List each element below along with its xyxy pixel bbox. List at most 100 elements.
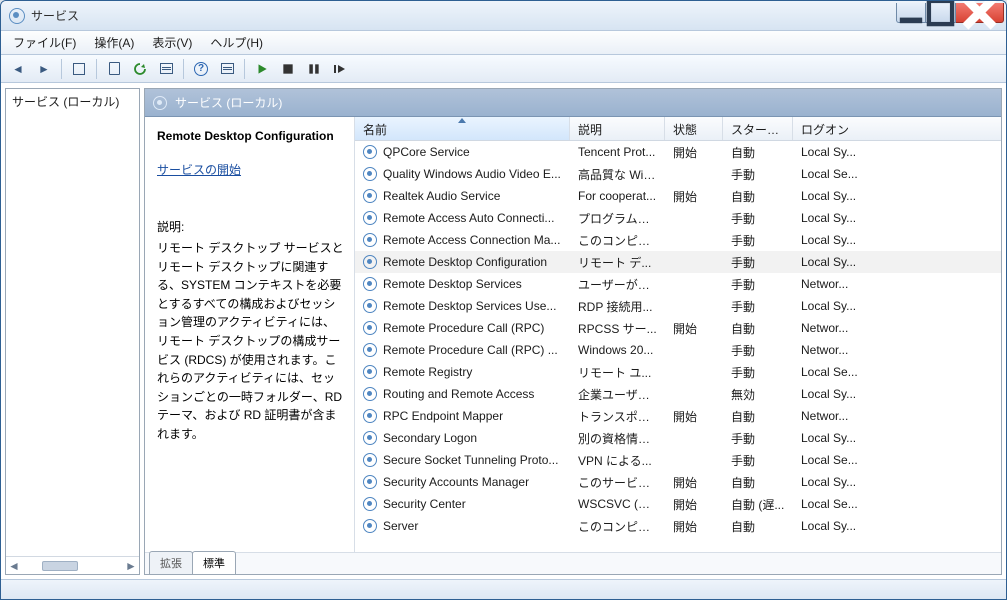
cell-logon: Local Sy... <box>793 255 1001 269</box>
table-row[interactable]: Serverこのコンピュ...開始自動Local Sy... <box>355 515 1001 537</box>
cell-startup: 手動 <box>723 276 793 293</box>
tab-extended[interactable]: 拡張 <box>149 551 193 574</box>
cell-name-text: Remote Desktop Services Use... <box>383 299 556 313</box>
cell-desc: このコンピュ... <box>570 232 665 249</box>
close-button[interactable] <box>956 3 1004 23</box>
table-row[interactable]: Security CenterWSCSVC (W...開始自動 (遅...Loc… <box>355 493 1001 515</box>
service-icon <box>363 497 377 511</box>
tree: サービス (ローカル) <box>6 89 139 556</box>
minimize-button[interactable] <box>896 3 926 23</box>
properties-button[interactable] <box>103 58 125 80</box>
separator <box>244 59 245 79</box>
stop-service-button[interactable] <box>277 58 299 80</box>
table-row[interactable]: Routing and Remote Access企業ユーザー...無効Loca… <box>355 383 1001 405</box>
service-icon <box>363 431 377 445</box>
menu-view[interactable]: 表示(V) <box>144 31 200 54</box>
table-row[interactable]: Remote Desktop Services Use...RDP 接続用...… <box>355 295 1001 317</box>
table-row[interactable]: Remote Access Connection Ma...このコンピュ...手… <box>355 229 1001 251</box>
cell-name-text: QPCore Service <box>383 145 470 159</box>
show-hide-tree-button[interactable] <box>68 58 90 80</box>
maximize-button[interactable] <box>926 3 956 23</box>
gear-icon <box>153 96 167 110</box>
cell-desc: このコンピュ... <box>570 518 665 535</box>
cell-desc: Windows 20... <box>570 343 665 357</box>
table-row[interactable]: Remote Desktop Configuration リモート デ... 手動L… <box>355 251 1001 273</box>
cell-name: Quality Windows Audio Video E... <box>355 167 570 181</box>
cell-name-text: Remote Access Auto Connecti... <box>383 211 554 225</box>
cell-startup: 自動 <box>723 188 793 205</box>
cell-name-text: Remote Procedure Call (RPC) ... <box>383 343 558 357</box>
column-desc[interactable]: 説明 <box>570 117 665 140</box>
scroll-thumb[interactable] <box>42 561 78 571</box>
restart-service-button[interactable] <box>329 58 351 80</box>
cell-name: Remote Access Connection Ma... <box>355 233 570 247</box>
titlebar[interactable]: サービス <box>1 1 1006 31</box>
table-row[interactable]: Secure Socket Tunneling Proto...VPN による.… <box>355 449 1001 471</box>
cell-startup: 手動 <box>723 254 793 271</box>
cell-desc: リモート デ... <box>570 254 665 271</box>
cell-name: Realtek Audio Service <box>355 189 570 203</box>
content-tabs: 拡張 標準 <box>145 552 1001 574</box>
list-rows[interactable]: QPCore ServiceTencent Prot...開始自動Local S… <box>355 141 1001 552</box>
cell-name-text: Security Center <box>383 497 466 511</box>
refresh-button[interactable] <box>129 58 151 80</box>
cell-logon: Networ... <box>793 321 1001 335</box>
start-service-button[interactable] <box>251 58 273 80</box>
scroll-left-icon[interactable]: ◄ <box>6 559 22 573</box>
table-row[interactable]: Remote Procedure Call (RPC)RPCSS サー...開始… <box>355 317 1001 339</box>
body: サービス (ローカル) ◄ ► サービス (ローカル) Remote Deskt… <box>1 83 1006 579</box>
table-row[interactable]: Remote Procedure Call (RPC) ... Windows 2… <box>355 339 1001 361</box>
service-icon <box>363 387 377 401</box>
table-row[interactable]: Secondary Logon別の資格情報...手動Local Sy... <box>355 427 1001 449</box>
menu-file[interactable]: ファイル(F) <box>5 31 84 54</box>
start-service-link[interactable]: サービスの開始 <box>157 161 241 178</box>
table-row[interactable]: Remote Access Auto Connecti...プログラムに...手… <box>355 207 1001 229</box>
service-icon <box>363 519 377 533</box>
forward-button[interactable] <box>33 58 55 80</box>
table-row[interactable]: Remote Registryリモート ユ...手動Local Se... <box>355 361 1001 383</box>
pause-service-button[interactable] <box>303 58 325 80</box>
cell-name: Security Center <box>355 497 570 511</box>
table-row[interactable]: RPC Endpoint Mapperトランスポー...開始自動Networ..… <box>355 405 1001 427</box>
nav-hscrollbar[interactable]: ◄ ► <box>6 556 139 574</box>
nav-pane: サービス (ローカル) ◄ ► <box>5 88 140 575</box>
menubar: ファイル(F) 操作(A) 表示(V) ヘルプ(H) <box>1 31 1006 55</box>
cell-name-text: Remote Desktop Configuration <box>383 255 547 269</box>
help-button[interactable]: ? <box>190 58 212 80</box>
table-row[interactable]: Security Accounts Managerこのサービス...開始自動Lo… <box>355 471 1001 493</box>
column-status[interactable]: 状態 <box>665 117 723 140</box>
view-button[interactable] <box>216 58 238 80</box>
cell-startup: 自動 (遅... <box>723 496 793 513</box>
cell-desc: リモート ユ... <box>570 364 665 381</box>
cell-name: Security Accounts Manager <box>355 475 570 489</box>
cell-name: RPC Endpoint Mapper <box>355 409 570 423</box>
cell-startup: 自動 <box>723 408 793 425</box>
cell-name: QPCore Service <box>355 145 570 159</box>
tab-standard[interactable]: 標準 <box>192 551 236 574</box>
cell-status: 開始 <box>665 144 723 161</box>
menu-action[interactable]: 操作(A) <box>86 31 142 54</box>
table-row[interactable]: Quality Windows Audio Video E...高品質な Win… <box>355 163 1001 185</box>
column-name[interactable]: 名前 <box>355 117 570 140</box>
table-row[interactable]: Remote Desktop Servicesユーザーがリ...手動Networ… <box>355 273 1001 295</box>
scroll-right-icon[interactable]: ► <box>123 559 139 573</box>
service-icon <box>363 475 377 489</box>
cell-logon: Local Sy... <box>793 189 1001 203</box>
tree-root[interactable]: サービス (ローカル) <box>12 93 133 110</box>
export-list-button[interactable] <box>155 58 177 80</box>
menu-help[interactable]: ヘルプ(H) <box>202 31 271 54</box>
table-row[interactable]: QPCore ServiceTencent Prot...開始自動Local S… <box>355 141 1001 163</box>
cell-logon: Local Sy... <box>793 233 1001 247</box>
cell-desc: このサービス... <box>570 474 665 491</box>
column-startup[interactable]: スタート... <box>723 117 793 140</box>
cell-name-text: Remote Registry <box>383 365 472 379</box>
back-button[interactable] <box>7 58 29 80</box>
cell-desc: 企業ユーザー... <box>570 386 665 403</box>
cell-startup: 手動 <box>723 166 793 183</box>
column-logon[interactable]: ログオン <box>793 117 1001 140</box>
cell-desc: RPCSS サー... <box>570 320 665 337</box>
cell-logon: Networ... <box>793 343 1001 357</box>
table-row[interactable]: Realtek Audio ServiceFor cooperat...開始自動… <box>355 185 1001 207</box>
service-icon <box>363 453 377 467</box>
cell-startup: 無効 <box>723 386 793 403</box>
